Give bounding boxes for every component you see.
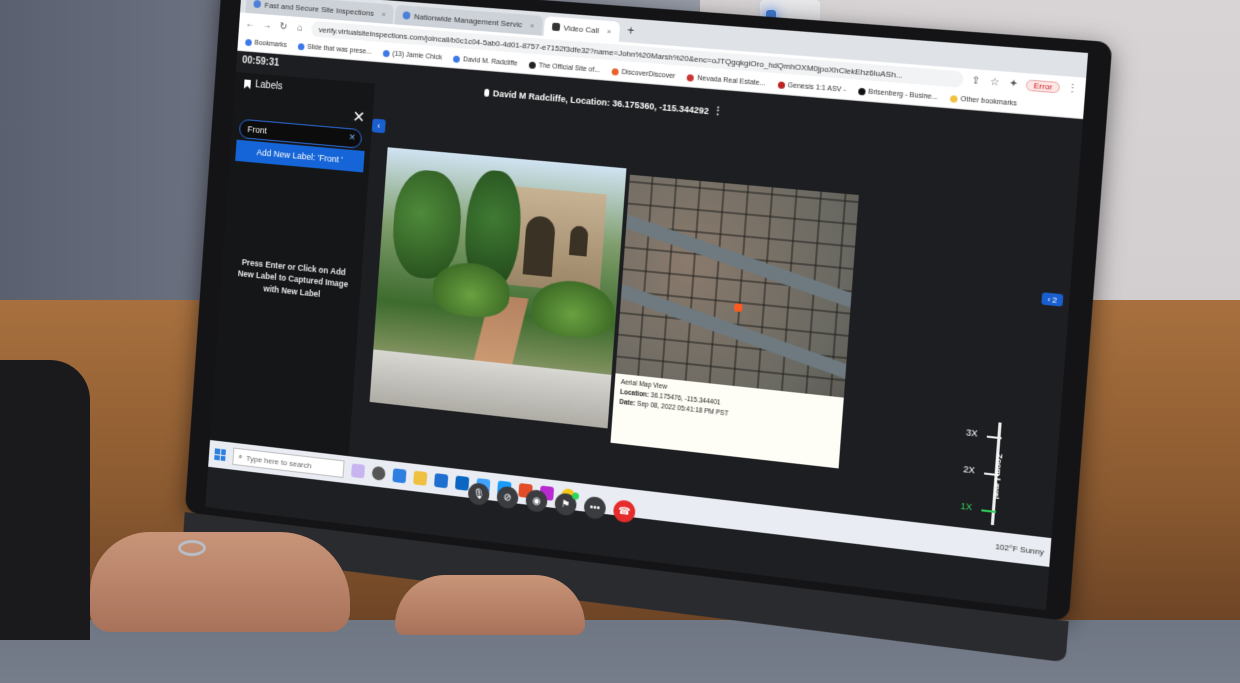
home-icon[interactable]: ⌂ xyxy=(294,22,306,34)
left-hand xyxy=(90,532,350,632)
task-view-icon[interactable] xyxy=(371,465,386,481)
palm-plant xyxy=(530,277,616,341)
right-panel-toggle[interactable]: ‹ 2 xyxy=(1041,292,1064,307)
zoom-3x[interactable]: 3X xyxy=(966,427,978,438)
house-window xyxy=(568,225,589,257)
label-hint-text: Press Enter or Click on Add New Label to… xyxy=(237,257,349,299)
label-icon[interactable]: ⚑ xyxy=(554,492,580,517)
bookmark-item[interactable]: (13) Jamie Chick xyxy=(382,49,442,61)
zoom-tick xyxy=(986,435,1002,440)
taskbar-app-icon[interactable] xyxy=(350,463,366,479)
bookmark-favicon-icon xyxy=(857,87,866,96)
close-tab-icon[interactable]: × xyxy=(530,20,535,29)
bookmark-favicon-icon xyxy=(297,43,305,51)
chevron-left-icon[interactable]: ‹ xyxy=(371,118,386,134)
bookmark-icon xyxy=(244,79,251,89)
zoom-title: Zoom Level xyxy=(991,453,1005,500)
other-bookmarks[interactable]: Other bookmarks xyxy=(949,95,1017,108)
person-shoulder xyxy=(0,360,90,640)
bookmark-star-icon xyxy=(245,38,252,47)
video-off-icon[interactable]: ⊘ xyxy=(496,485,519,510)
more-icon[interactable]: ••• xyxy=(583,495,607,520)
folder-icon xyxy=(949,95,958,103)
forward-icon[interactable]: → xyxy=(261,19,273,30)
chevron-left-icon: ‹ xyxy=(1047,294,1051,304)
location-pin-icon xyxy=(733,303,743,312)
bookmark-favicon-icon xyxy=(382,49,390,58)
bookmark-favicon-icon xyxy=(611,68,619,76)
laptop-bezel: Fast and Secure Site Inspections × Natio… xyxy=(184,0,1113,622)
profile-error-button[interactable]: Error xyxy=(1025,78,1061,93)
zoom-1x[interactable]: 1X xyxy=(960,501,972,513)
windows-icon[interactable] xyxy=(214,448,226,462)
extensions-icon[interactable]: ✦ xyxy=(1007,77,1020,90)
caller-info: David M Radcliffe, Location: 36.175360, … xyxy=(484,87,724,117)
captured-front-photo xyxy=(369,147,627,429)
bookmark-favicon-icon xyxy=(453,55,461,63)
zoom-level-control[interactable]: 3X 2X 1X Zoom Level xyxy=(959,419,1030,539)
weather-widget[interactable]: 102°F Sunny xyxy=(995,541,1044,556)
bookmark-item[interactable]: Slide that was prese... xyxy=(297,43,372,56)
bookmark-favicon-icon xyxy=(528,61,537,69)
file-explorer-icon[interactable] xyxy=(413,470,428,486)
back-icon[interactable]: ← xyxy=(244,18,256,29)
labels-panel: Labels ✕ ✕ Add New Label: 'Front ' Press… xyxy=(209,71,376,468)
bookmark-favicon-icon xyxy=(686,74,695,82)
more-vert-icon[interactable]: ⋮ xyxy=(713,105,724,117)
bookmark-item[interactable]: David M. Radcliffe xyxy=(453,55,518,68)
share-icon[interactable]: ⇪ xyxy=(969,75,982,87)
mic-icon xyxy=(484,88,490,97)
mic-icon[interactable]: 🎙 xyxy=(467,482,491,507)
laptop-screen: Fast and Secure Site Inspections × Natio… xyxy=(205,0,1089,611)
star-icon[interactable]: ☆ xyxy=(988,76,1001,88)
reload-icon[interactable]: ↻ xyxy=(278,21,290,32)
search-icon: ⌕ xyxy=(238,452,243,462)
right-hand xyxy=(395,575,585,635)
aerial-map-photo: Aerial Map View Location: 36.175476, -11… xyxy=(610,174,859,469)
bookmark-favicon-icon xyxy=(777,81,785,89)
video-icon xyxy=(551,22,560,32)
store-icon[interactable] xyxy=(434,473,449,489)
house-door xyxy=(522,215,556,278)
clear-input-icon[interactable]: ✕ xyxy=(348,132,356,143)
curb xyxy=(369,349,612,429)
bookmark-item[interactable]: The Official Site of... xyxy=(528,61,600,74)
labels-header: Labels xyxy=(244,79,283,92)
notification-dot xyxy=(571,492,580,500)
close-icon[interactable]: ✕ xyxy=(352,107,366,128)
menu-kebab-icon[interactable]: ⋮ xyxy=(1066,82,1080,94)
bookmark-item[interactable]: Bookmarks xyxy=(245,38,287,49)
close-tab-icon[interactable]: × xyxy=(381,9,386,18)
zoom-tick xyxy=(981,509,997,514)
new-tab-button[interactable]: + xyxy=(621,23,641,38)
tab-favicon-icon xyxy=(253,0,262,9)
end-call-icon[interactable]: ☎ xyxy=(612,499,636,524)
mail-icon[interactable] xyxy=(454,475,470,491)
camera-icon[interactable]: ◉ xyxy=(525,488,548,513)
bookmark-item[interactable]: DiscoverDiscover xyxy=(611,68,676,80)
ring xyxy=(178,540,206,556)
edge-icon[interactable] xyxy=(392,468,407,484)
tab-favicon-icon xyxy=(402,11,411,20)
bookmark-item[interactable]: Genesis 1:1 ASV - xyxy=(777,81,846,94)
bookmark-item[interactable]: Brisenberg - Busine... xyxy=(857,87,938,101)
call-timer: 00:59:31 xyxy=(241,55,280,69)
bookmark-item[interactable]: Nevada Real Estate... xyxy=(686,74,766,87)
zoom-2x[interactable]: 2X xyxy=(963,464,975,476)
close-tab-icon[interactable]: × xyxy=(607,26,612,35)
